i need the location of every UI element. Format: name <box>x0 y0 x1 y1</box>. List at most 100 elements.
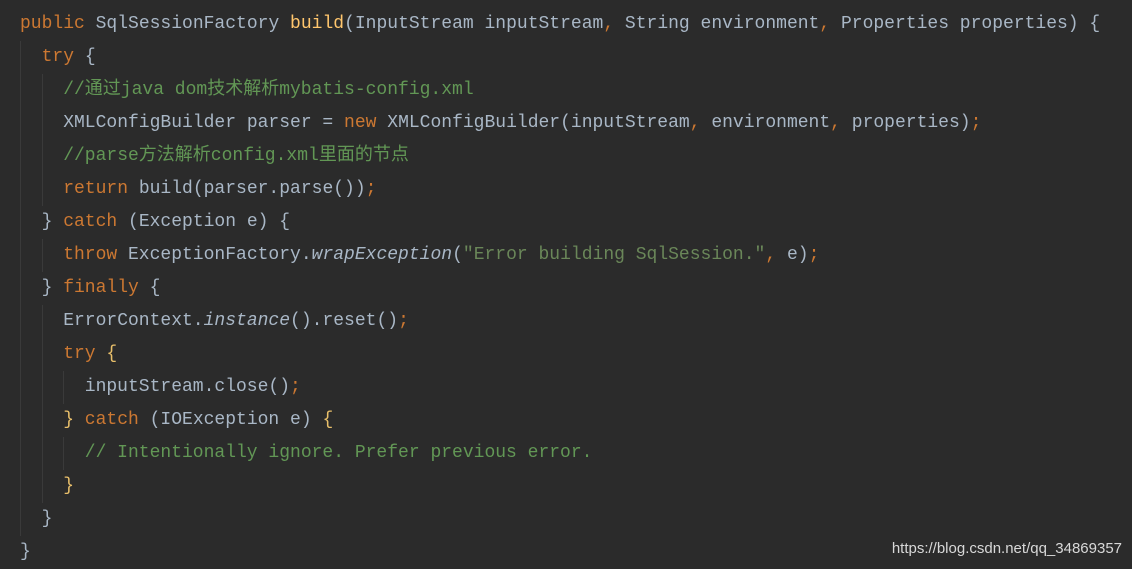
code-token: ().reset() <box>290 311 399 331</box>
code-token: public <box>20 14 85 34</box>
code-line[interactable]: } <box>20 503 1100 536</box>
code-token: (Exception e) <box>128 212 280 232</box>
indent-guide <box>20 206 42 239</box>
indent-guide <box>20 437 42 470</box>
code-line[interactable]: return build(parser.parse()); <box>20 173 1100 206</box>
code-token: (InputStream inputStream <box>344 14 604 34</box>
indent-guide <box>41 470 64 503</box>
code-token: SqlSessionFactory <box>84 14 291 34</box>
code-line[interactable]: try { <box>20 41 1100 74</box>
code-text: } catch (IOException e) { <box>63 404 333 437</box>
code-token: build <box>290 14 345 34</box>
code-token: // Intentionally ignore. Prefer previous… <box>84 443 593 463</box>
indent-guide <box>41 371 64 404</box>
indent-guide <box>41 140 64 173</box>
code-token: throw <box>63 245 128 265</box>
code-token: ; <box>970 113 982 133</box>
indent-guide <box>41 305 64 338</box>
indent-guide <box>63 437 85 470</box>
code-text: // Intentionally ignore. Prefer previous… <box>85 437 593 470</box>
code-token: (IOException e) <box>149 410 323 430</box>
code-line[interactable]: throw ExceptionFactory.wrapException("Er… <box>20 239 1100 272</box>
code-token: //parse方法解析config.xml里面的节点 <box>63 146 409 166</box>
code-text: } <box>20 536 31 569</box>
code-line[interactable]: } catch (IOException e) { <box>20 404 1100 437</box>
code-token: , <box>765 245 777 265</box>
code-token: catch <box>63 212 129 232</box>
watermark: https://blog.csdn.net/qq_34869357 <box>891 540 1122 557</box>
indent-guide <box>41 437 64 470</box>
code-token: ( <box>452 245 463 265</box>
code-token: XMLConfigBuilder parser = <box>63 113 345 133</box>
indent-guide <box>20 41 42 74</box>
indent-guide <box>20 404 42 437</box>
code-token: ; <box>290 377 301 397</box>
code-token: } <box>41 212 64 232</box>
code-token: } <box>20 542 31 562</box>
code-token: } <box>63 476 74 496</box>
code-line[interactable]: } catch (Exception e) { <box>20 206 1100 239</box>
code-line[interactable]: } finally { <box>20 272 1100 305</box>
code-text: XMLConfigBuilder parser = new XMLConfigB… <box>63 107 981 140</box>
code-token: build(parser.parse()) <box>138 179 366 199</box>
code-text: //parse方法解析config.xml里面的节点 <box>63 140 409 173</box>
code-token: instance <box>203 311 291 331</box>
code-token: , <box>819 14 831 34</box>
code-token: { <box>149 278 161 298</box>
code-text: ErrorContext.instance().reset(); <box>63 305 409 338</box>
code-line[interactable]: XMLConfigBuilder parser = new XMLConfigB… <box>20 107 1100 140</box>
code-line[interactable]: inputStream.close(); <box>20 371 1100 404</box>
code-line[interactable]: try { <box>20 338 1100 371</box>
indent-guide <box>20 239 42 272</box>
code-line[interactable]: } <box>20 470 1100 503</box>
code-text: return build(parser.parse()); <box>63 173 376 206</box>
code-line[interactable]: //通过java dom技术解析mybatis-config.xml <box>20 74 1100 107</box>
code-token: { <box>1089 14 1101 34</box>
code-token: properties) <box>840 113 971 133</box>
code-token: catch <box>84 410 150 430</box>
code-line[interactable]: // Intentionally ignore. Prefer previous… <box>20 437 1100 470</box>
code-line[interactable]: //parse方法解析config.xml里面的节点 <box>20 140 1100 173</box>
code-text: public SqlSessionFactory build(InputStre… <box>20 8 1100 41</box>
code-token: try <box>63 344 107 364</box>
code-editor[interactable]: public SqlSessionFactory build(InputStre… <box>20 8 1100 569</box>
code-token: ; <box>365 179 377 199</box>
indent-guide <box>41 404 64 437</box>
code-token: XMLConfigBuilder(inputStream <box>387 113 690 133</box>
code-token: { <box>106 344 118 364</box>
indent-guide <box>41 74 64 107</box>
code-token: return <box>63 179 139 199</box>
code-text: } <box>63 470 74 503</box>
indent-guide <box>63 371 85 404</box>
code-token: Properties properties) <box>830 14 1090 34</box>
code-line[interactable]: public SqlSessionFactory build(InputStre… <box>20 8 1100 41</box>
code-line[interactable]: ErrorContext.instance().reset(); <box>20 305 1100 338</box>
code-token: "Error building SqlSession." <box>462 245 766 265</box>
code-token: } <box>41 278 64 298</box>
code-text: //通过java dom技术解析mybatis-config.xml <box>63 74 473 107</box>
indent-guide <box>20 338 42 371</box>
code-token: , <box>830 113 841 133</box>
code-token: inputStream.close() <box>84 377 291 397</box>
indent-guide <box>41 173 64 206</box>
indent-guide <box>20 272 42 305</box>
code-token: ErrorContext. <box>63 311 204 331</box>
code-text: throw ExceptionFactory.wrapException("Er… <box>63 239 819 272</box>
code-token: e) <box>776 245 809 265</box>
code-text: } finally { <box>42 272 161 305</box>
code-token: { <box>279 212 291 232</box>
indent-guide <box>20 470 42 503</box>
indent-guide <box>41 239 64 272</box>
indent-guide <box>41 107 64 140</box>
code-token: //通过java dom技术解析mybatis-config.xml <box>63 80 474 100</box>
indent-guide <box>20 371 42 404</box>
code-token: } <box>63 410 85 430</box>
indent-guide <box>20 305 42 338</box>
code-token: { <box>322 410 334 430</box>
code-token: wrapException <box>311 245 453 265</box>
code-token: String environment <box>614 14 820 34</box>
code-token: { <box>84 47 96 67</box>
indent-guide <box>41 338 64 371</box>
code-text: } catch (Exception e) { <box>42 206 290 239</box>
code-token: new <box>344 113 388 133</box>
